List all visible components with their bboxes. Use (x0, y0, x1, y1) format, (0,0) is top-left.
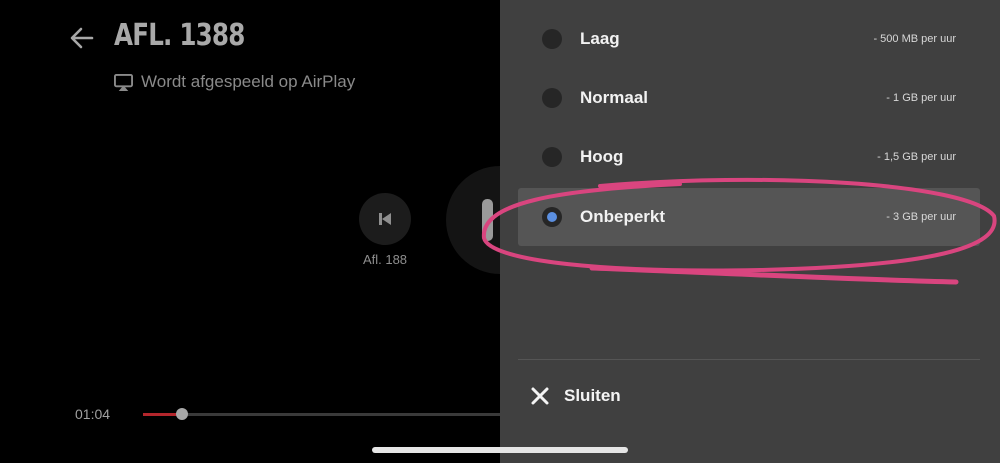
radio-button[interactable] (542, 88, 562, 108)
radio-button[interactable] (542, 29, 562, 49)
previous-episode-button[interactable] (359, 193, 411, 245)
quality-size: - 1 GB per uur (886, 92, 956, 104)
quality-option-laag[interactable]: Laag - 500 MB per uur (518, 10, 980, 68)
back-arrow-icon[interactable] (68, 24, 96, 52)
airplay-status: Wordt afgespeeld op AirPlay (114, 72, 355, 92)
radio-button-selected[interactable] (542, 207, 562, 227)
close-label: Sluiten (564, 386, 621, 405)
quality-label: Laag (580, 29, 620, 48)
progress-handle[interactable] (176, 408, 189, 420)
quality-size: - 500 MB per uur (873, 33, 956, 45)
quality-size: - 1,5 GB per uur (877, 151, 956, 163)
quality-option-normaal[interactable]: Normaal - 1 GB per uur (518, 69, 980, 127)
divider (518, 359, 980, 360)
close-button[interactable]: Sluiten (530, 386, 621, 406)
pause-icon (482, 199, 493, 241)
airplay-text: Wordt afgespeeld op AirPlay (141, 72, 356, 91)
progress-bar[interactable] (143, 408, 500, 420)
quality-label: Onbeperkt (580, 207, 666, 226)
skip-previous-icon (379, 213, 391, 225)
video-player: AFL. 1388 Wordt afgespeeld op AirPlay Af… (0, 0, 554, 463)
radio-button[interactable] (542, 147, 562, 167)
episode-title: AFL. 1388 (114, 18, 245, 53)
quality-label: Hoog (580, 147, 624, 166)
quality-option-hoog[interactable]: Hoog - 1,5 GB per uur (518, 128, 980, 186)
quality-size: - 3 GB per uur (886, 211, 956, 223)
home-indicator[interactable] (372, 447, 628, 453)
quality-option-onbeperkt[interactable]: Onbeperkt - 3 GB per uur (518, 188, 980, 246)
airplay-icon (114, 73, 133, 91)
previous-episode-label: Afl. 188 (362, 252, 408, 267)
quality-label: Normaal (580, 88, 649, 107)
current-time: 01:04 (75, 406, 111, 422)
close-icon (531, 387, 549, 405)
